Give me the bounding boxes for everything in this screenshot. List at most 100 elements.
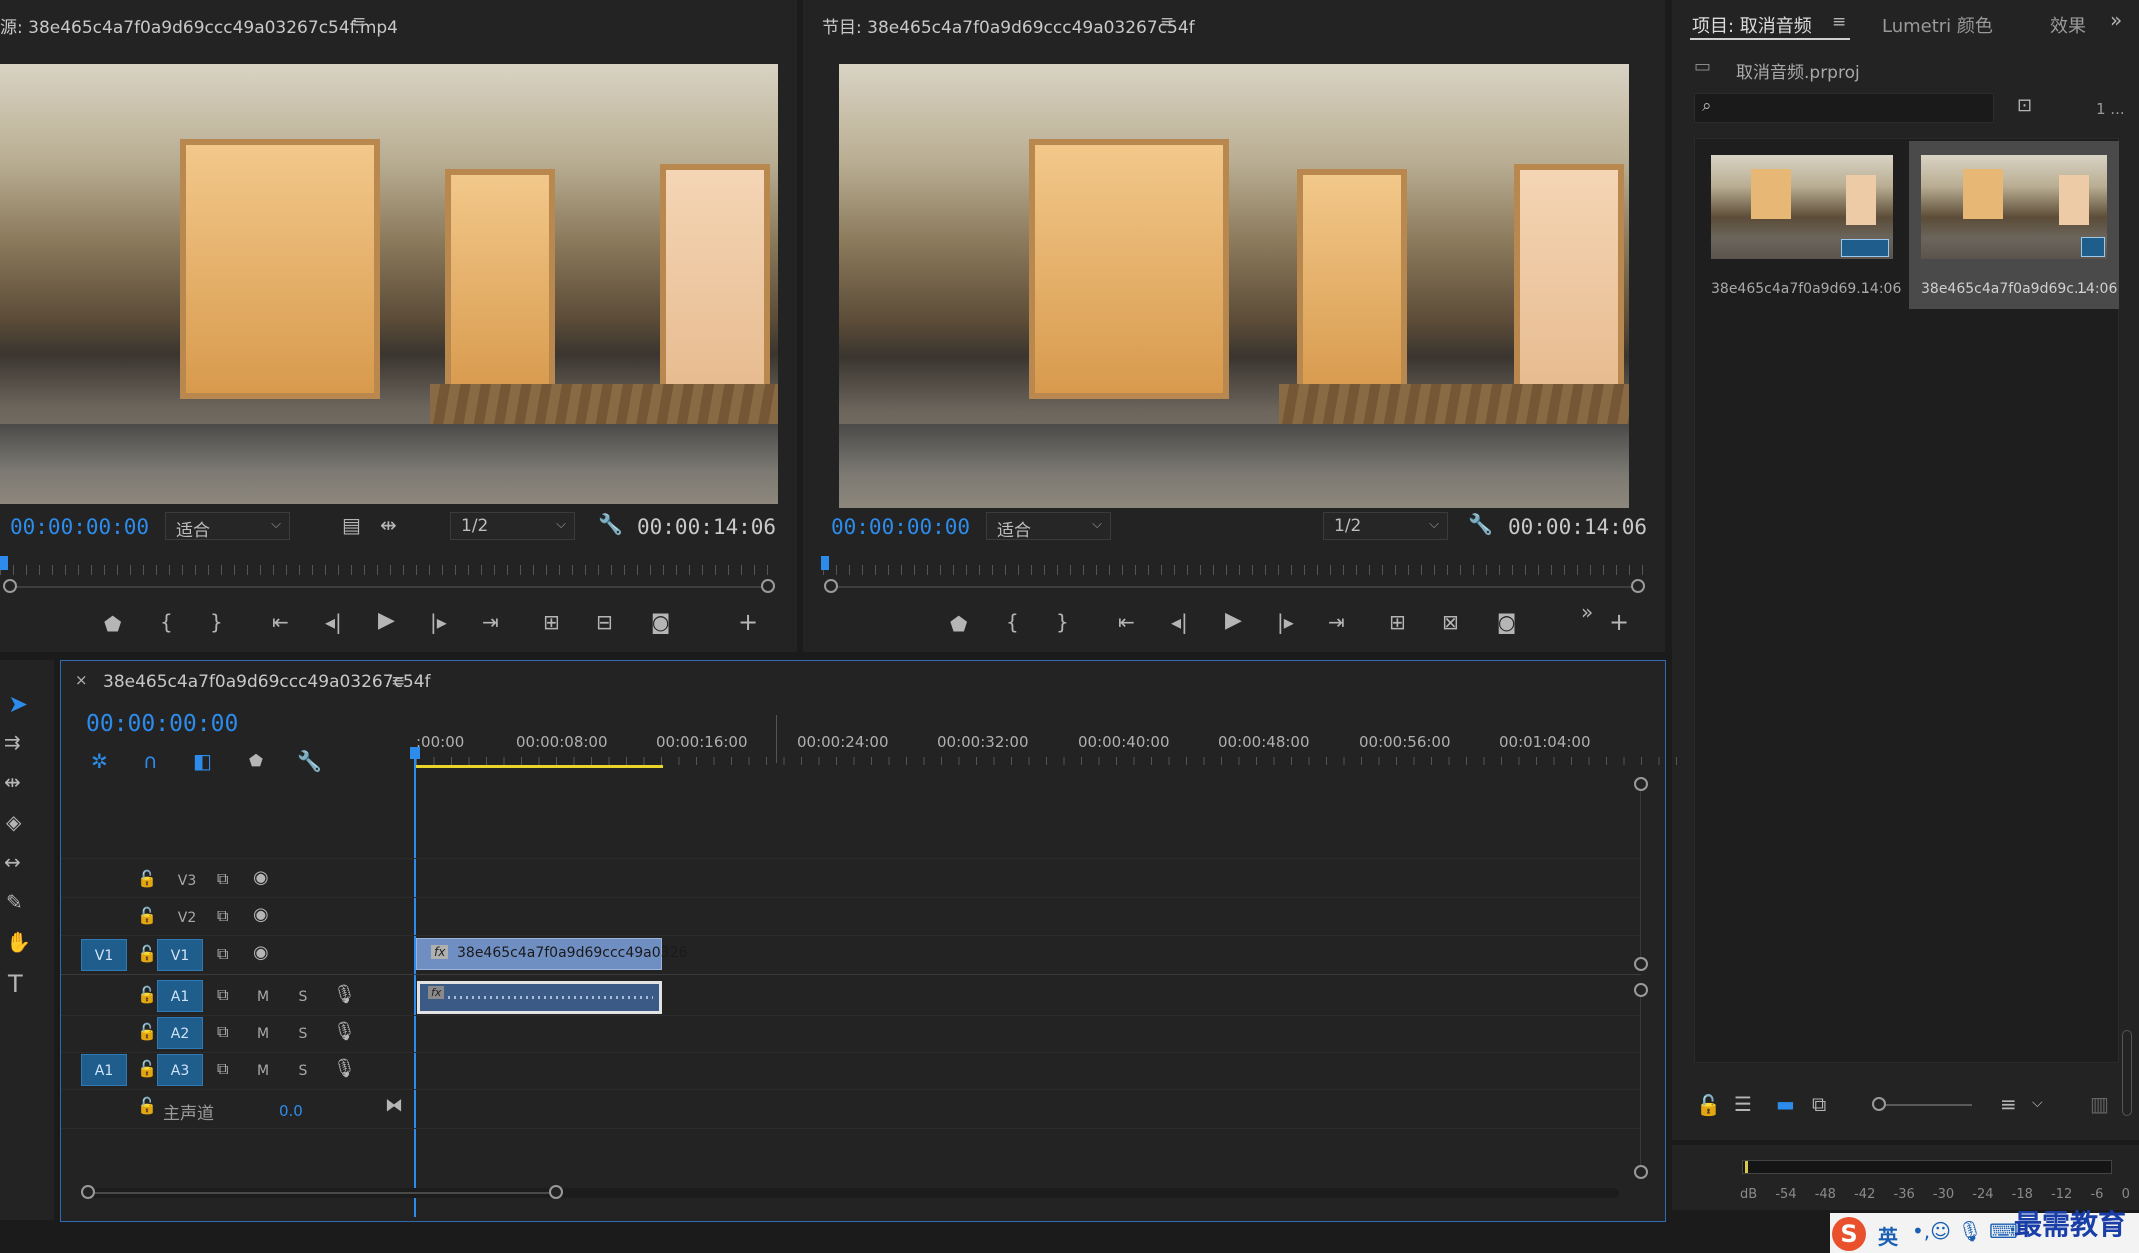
sync-lock-icon[interactable]: ⧉ bbox=[217, 946, 228, 962]
add-marker-icon[interactable]: ⬟ bbox=[950, 614, 967, 634]
step-back-icon[interactable]: ◂| bbox=[325, 612, 342, 632]
razor-tool-icon[interactable]: ◈ bbox=[6, 812, 21, 832]
solo-button[interactable]: S bbox=[293, 1063, 313, 1079]
camera-icon[interactable]: ◙ bbox=[1497, 612, 1516, 632]
microphone-icon[interactable]: 🎙 bbox=[333, 1023, 356, 1041]
timeline-ruler[interactable]: :00:00 00:00:08:00 00:00:16:00 00:00:24:… bbox=[416, 715, 1686, 769]
wrench-icon[interactable]: 🔧 bbox=[1468, 514, 1493, 534]
mute-button[interactable]: M bbox=[253, 1063, 273, 1079]
timeline-h-scroll-thumb[interactable] bbox=[89, 1192, 559, 1194]
eye-icon[interactable]: ◉ bbox=[253, 944, 269, 962]
sync-lock-icon[interactable]: ⧉ bbox=[217, 908, 228, 924]
source-zoom-right-handle[interactable] bbox=[761, 579, 775, 593]
eye-icon[interactable]: ◉ bbox=[253, 906, 269, 924]
video-scroll-bottom-handle[interactable] bbox=[1634, 957, 1648, 971]
chevron-down-icon[interactable]: ⌵ bbox=[2032, 1096, 2043, 1110]
program-timecode[interactable]: 00:00:00:00 bbox=[831, 515, 970, 539]
source-zoom-bar[interactable] bbox=[10, 586, 765, 588]
program-video[interactable] bbox=[839, 64, 1629, 508]
tab-project[interactable]: 项目: 取消音频 bbox=[1692, 12, 1812, 38]
audio-clip[interactable]: fx bbox=[417, 981, 662, 1014]
panel-menu-icon[interactable]: ≡ bbox=[1832, 14, 1846, 31]
project-bin-area[interactable]: 38e465c4a7f0a9d69... 14:06 38e465c4a7f0a… bbox=[1694, 138, 2119, 1063]
tab-lumetri[interactable]: Lumetri 颜色 bbox=[1882, 12, 1993, 38]
mute-button[interactable]: M bbox=[253, 989, 273, 1005]
lock-icon[interactable]: 🔓 bbox=[137, 1098, 157, 1114]
project-item-sequence[interactable]: 38e465c4a7f0a9d69c... 14:06 bbox=[1909, 141, 2119, 309]
lock-icon[interactable]: 🔓 bbox=[1696, 1095, 1721, 1115]
project-item[interactable]: 38e465c4a7f0a9d69... 14:06 bbox=[1705, 149, 1901, 309]
video-clip[interactable]: fx 38e465c4a7f0a9d69ccc49a0326 bbox=[416, 938, 687, 970]
source-title[interactable]: 源: 38e465c4a7f0a9d69ccc49a03267c54f.mp4 bbox=[0, 13, 398, 38]
go-to-in-icon[interactable]: ⇤ bbox=[272, 612, 289, 632]
source-zoom-left-handle[interactable] bbox=[3, 579, 17, 593]
step-forward-icon[interactable]: |▸ bbox=[1277, 612, 1294, 632]
timeline-timecode[interactable]: 00:00:00:00 bbox=[86, 711, 238, 737]
mute-button[interactable]: M bbox=[253, 1026, 273, 1042]
tab-effects[interactable]: 效果 bbox=[2050, 12, 2092, 38]
source-playhead[interactable] bbox=[0, 556, 8, 570]
wrench-icon[interactable]: 🔧 bbox=[297, 751, 322, 771]
source-resolution-select[interactable]: 1/2 ⌵ bbox=[450, 512, 575, 540]
close-icon[interactable]: × bbox=[75, 673, 88, 688]
overflow-icon[interactable]: » bbox=[1581, 602, 1593, 622]
overwrite-icon[interactable]: ⊟ bbox=[596, 612, 613, 632]
step-forward-icon[interactable]: |▸ bbox=[430, 612, 447, 632]
insert-icon[interactable]: ⊞ bbox=[543, 612, 560, 632]
program-title[interactable]: 节目: 38e465c4a7f0a9d69ccc49a03267c54f bbox=[822, 13, 1195, 38]
panel-menu-icon[interactable]: ≡ bbox=[352, 14, 366, 31]
h-scroll-right-handle[interactable] bbox=[549, 1185, 563, 1199]
source-ruler[interactable] bbox=[0, 565, 775, 575]
track-target-a1[interactable]: A1 bbox=[157, 980, 203, 1012]
timeline-playhead[interactable] bbox=[414, 747, 416, 1217]
ripple-edit-tool-icon[interactable]: ⇹ bbox=[4, 772, 21, 792]
solo-button[interactable]: S bbox=[293, 989, 313, 1005]
hand-tool-icon[interactable]: ✋ bbox=[6, 932, 31, 952]
add-button-icon[interactable]: + bbox=[738, 610, 758, 634]
ime-lang[interactable]: 英 bbox=[1878, 1221, 1898, 1250]
program-zoom-right-handle[interactable] bbox=[1631, 579, 1645, 593]
play-icon[interactable]: ▶ bbox=[378, 610, 395, 632]
go-to-out-icon[interactable]: ⇥ bbox=[1328, 612, 1345, 632]
microphone-icon[interactable]: 🎙 bbox=[333, 986, 356, 1004]
sync-lock-icon[interactable]: ⧉ bbox=[217, 1061, 228, 1077]
go-to-out-icon[interactable]: ⇥ bbox=[482, 612, 499, 632]
lift-icon[interactable]: ⊞ bbox=[1389, 612, 1406, 632]
add-marker-icon[interactable]: ⬟ bbox=[104, 614, 121, 634]
master-volume-value[interactable]: 0.0 bbox=[279, 1102, 303, 1120]
type-tool-icon[interactable]: T bbox=[8, 972, 23, 996]
go-to-in-icon[interactable]: ⇤ bbox=[1118, 612, 1135, 632]
source-video[interactable] bbox=[0, 64, 778, 504]
lock-icon[interactable]: 🔓 bbox=[137, 946, 157, 962]
add-marker-icon[interactable]: ⬟ bbox=[249, 753, 263, 769]
lock-icon[interactable]: 🔓 bbox=[137, 1024, 157, 1040]
sync-lock-icon[interactable]: ⧉ bbox=[217, 871, 228, 887]
freeform-view-icon[interactable]: ⧉ bbox=[1812, 1094, 1826, 1114]
sort-icon[interactable]: ≡ bbox=[2000, 1094, 2017, 1114]
lock-icon[interactable]: 🔓 bbox=[137, 1061, 157, 1077]
mark-in-icon[interactable]: { bbox=[1006, 612, 1019, 632]
project-scrollbar[interactable] bbox=[2122, 1030, 2132, 1116]
eye-icon[interactable]: ◉ bbox=[253, 869, 269, 887]
drag-audio-icon[interactable]: ⇹ bbox=[380, 515, 397, 535]
new-search-bin-icon[interactable]: ⊡ bbox=[2017, 97, 2032, 115]
source-patch-v1[interactable]: V1 bbox=[81, 939, 127, 971]
icon-view-icon[interactable]: ▬ bbox=[1776, 1094, 1795, 1114]
go-to-end-icon[interactable]: ⧓ bbox=[385, 1097, 403, 1115]
wrench-icon[interactable]: 🔧 bbox=[598, 514, 623, 534]
track-target-v1[interactable]: V1 bbox=[157, 939, 203, 971]
panel-menu-icon[interactable]: ≡ bbox=[1160, 14, 1174, 31]
drag-video-icon[interactable]: ▤ bbox=[342, 515, 361, 535]
zoom-slider[interactable] bbox=[1872, 1104, 1972, 1106]
camera-icon[interactable]: ◙ bbox=[651, 612, 670, 632]
list-view-icon[interactable]: ☰ bbox=[1734, 1094, 1752, 1114]
program-fit-select[interactable]: 适合 ⌵ bbox=[986, 512, 1111, 541]
extract-icon[interactable]: ⊠ bbox=[1442, 612, 1459, 632]
play-icon[interactable]: ▶ bbox=[1225, 610, 1242, 632]
pen-tool-icon[interactable]: ✎ bbox=[6, 892, 23, 912]
h-scroll-left-handle[interactable] bbox=[81, 1185, 95, 1199]
add-button-icon[interactable]: + bbox=[1609, 610, 1629, 634]
mark-in-icon[interactable]: { bbox=[160, 612, 173, 632]
source-fit-select[interactable]: 适合 ⌵ bbox=[165, 512, 290, 541]
snap-icon[interactable]: ∩ bbox=[143, 751, 158, 771]
